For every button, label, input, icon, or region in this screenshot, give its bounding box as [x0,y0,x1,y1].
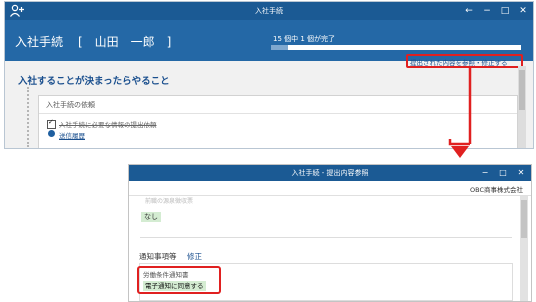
field-value: なし [141,212,161,222]
highlight-box-2 [137,266,221,294]
sub-maximize-button[interactable]: □ [495,165,511,181]
company-bar: OBC商事株式会社 [129,181,531,196]
field-label: 前職の源泉徴収票 [145,198,194,205]
fix-link[interactable]: 修正 [187,251,202,262]
section-divider [140,237,512,238]
sub-titlebar: 入社手続 - 提出内容参照 − □ ✕ [129,165,531,181]
sub-window-title: 入社手続 - 提出内容参照 [291,169,369,177]
sub-scrollbar-thumb[interactable] [521,200,527,238]
company-name: OBC商事株式会社 [470,186,523,194]
sub-minimize-button[interactable]: − [477,165,493,181]
sub-scrollbar[interactable] [520,196,528,301]
sub-window: 入社手続 - 提出内容参照 − □ ✕ OBC商事株式会社 前職の源泉徴収票 な… [128,164,532,302]
sub-close-button[interactable]: ✕ [513,165,529,181]
notice-heading: 通知事項等 [139,252,177,261]
down-arrow-icon [451,146,469,158]
